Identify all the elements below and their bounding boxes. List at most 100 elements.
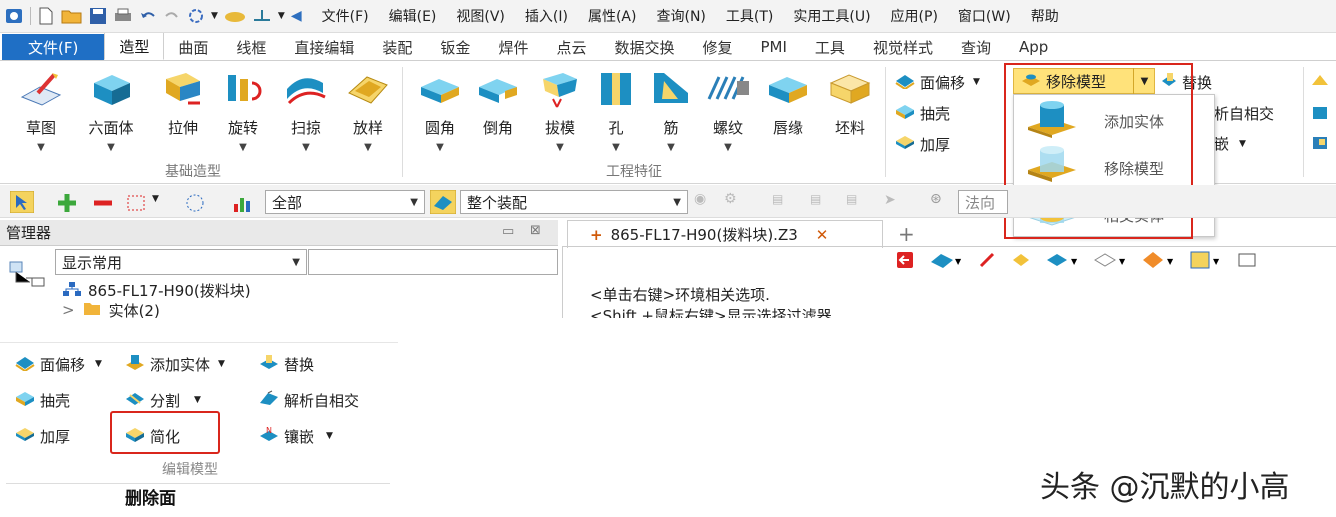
filter-select[interactable]: 全部 ▼ <box>265 190 425 214</box>
view-orient-icon[interactable]: ▼ <box>929 250 963 274</box>
open-folder-icon[interactable] <box>61 5 83 27</box>
tab-wireframe[interactable]: 线框 <box>222 34 280 60</box>
wire-mode-icon[interactable]: ▼ <box>1093 250 1127 274</box>
rib-button[interactable]: 筋 ▼ <box>643 69 699 153</box>
crop-add-solid-button[interactable]: 添加实体 ▼ <box>124 353 225 375</box>
inlay-button[interactable]: 嵌 ▼ <box>1214 133 1246 154</box>
menu-edit[interactable]: 编辑(E) <box>389 5 437 27</box>
material-icon[interactable] <box>224 5 246 27</box>
tab-pmi[interactable]: PMI <box>747 34 801 60</box>
document-tab[interactable]: + 865-FL17-H90(拨料块).Z3 ✕ <box>567 220 883 248</box>
tab-data-exchange[interactable]: 数据交换 <box>600 34 688 60</box>
search-field[interactable] <box>308 249 558 275</box>
close-panel-icon[interactable]: ⊠ <box>530 223 541 238</box>
refresh-icon[interactable] <box>187 5 205 27</box>
revolve-button[interactable]: 旋转 ▼ <box>215 69 271 153</box>
hole-button[interactable]: 孔 ▼ <box>588 69 644 153</box>
tab-sheetmetal[interactable]: 钣金 <box>426 34 484 60</box>
add-solid-icon <box>124 353 146 375</box>
box-button[interactable]: 六面体 ▼ <box>83 69 139 153</box>
customize-arrow-icon[interactable]: ▼ <box>278 5 285 27</box>
next-tool-2-icon[interactable] <box>1310 103 1330 121</box>
loft-button[interactable]: 放样 ▼ <box>340 69 396 153</box>
tree-child-item[interactable]: > 实体(2) <box>62 302 160 318</box>
tab-direct-edit[interactable]: 直接编辑 <box>280 34 368 60</box>
tab-repair[interactable]: 修复 <box>688 34 746 60</box>
window-icon[interactable] <box>1237 250 1257 274</box>
render-mode-icon[interactable]: ▼ <box>1045 250 1079 274</box>
menu-query[interactable]: 查询(N) <box>656 5 705 27</box>
redo-icon[interactable] <box>163 5 181 27</box>
face-offset-button[interactable]: 面偏移 ▼ <box>894 71 980 93</box>
menu-view[interactable]: 视图(V) <box>456 5 505 27</box>
crop-inlay-button[interactable]: N 镶嵌 ▼ <box>258 425 333 447</box>
tree-root-item[interactable]: 865-FL17-H90(拨料块) <box>62 280 251 301</box>
tab-weldment[interactable]: 焊件 <box>484 34 542 60</box>
crop-face-offset-button[interactable]: 面偏移 ▼ <box>14 353 102 375</box>
shade-icon[interactable] <box>1011 250 1031 274</box>
crop-thicken-button[interactable]: 加厚 <box>14 425 70 447</box>
tab-visual-style[interactable]: 视觉样式 <box>859 34 947 60</box>
undo-icon[interactable] <box>139 5 157 27</box>
tab-assembly[interactable]: 装配 <box>368 34 426 60</box>
add-plus-icon[interactable] <box>56 192 78 218</box>
extrude-button[interactable]: 拉伸 <box>155 69 211 138</box>
print-icon[interactable] <box>113 5 133 27</box>
save-icon[interactable] <box>89 5 107 27</box>
menu-tools[interactable]: 工具(T) <box>726 5 773 27</box>
draft-button[interactable]: 拔模 ▼ <box>532 69 588 153</box>
crop-replace-button[interactable]: 替换 <box>258 353 314 375</box>
menu-utilities[interactable]: 实用工具(U) <box>793 5 870 27</box>
normal-field[interactable]: 法向 <box>958 190 1008 214</box>
tree-view-icon[interactable] <box>8 258 46 292</box>
pencil-icon[interactable] <box>977 250 997 274</box>
expand-chevron-icon[interactable]: > <box>62 302 75 318</box>
tab-app[interactable]: App <box>1005 34 1062 60</box>
next-tool-icon[interactable] <box>1310 71 1330 89</box>
tab-modeling[interactable]: 造型 <box>104 33 165 60</box>
menu-insert[interactable]: 插入(I) <box>525 5 568 27</box>
dropdown-arrow-icon[interactable]: ▼ <box>211 5 218 27</box>
chevron-down-icon[interactable]: ▼ <box>152 194 159 204</box>
assembly-select[interactable]: 整个装配 ▼ <box>460 190 688 214</box>
tab-file[interactable]: 文件(F) <box>2 34 105 60</box>
lip-button[interactable]: 唇缘 <box>760 69 816 138</box>
new-file-icon[interactable] <box>37 5 55 27</box>
chamfer-button[interactable]: 倒角 <box>470 69 526 138</box>
box-select-icon[interactable] <box>126 192 148 218</box>
sweep-button[interactable]: 扫掠 ▼ <box>278 69 334 153</box>
menu-attribute[interactable]: 属性(A) <box>588 5 637 27</box>
scale-icon[interactable] <box>252 5 272 27</box>
exit-icon[interactable] <box>895 250 915 274</box>
collapse-arrow-icon[interactable]: ◀ <box>291 5 302 27</box>
minus-icon[interactable] <box>92 192 114 218</box>
filter-icon[interactable] <box>232 192 254 218</box>
new-tab-plus-icon[interactable]: + <box>898 222 915 246</box>
menu-apps[interactable]: 应用(P) <box>891 5 938 27</box>
thicken-button[interactable]: 加厚 <box>894 133 950 155</box>
restore-icon[interactable]: ▭ <box>502 224 514 239</box>
crop-split-button[interactable]: 分割 ▼ <box>124 389 201 411</box>
tab-pointcloud[interactable]: 点云 <box>542 34 600 60</box>
next-tool-3-icon[interactable] <box>1310 133 1330 151</box>
lasso-icon[interactable] <box>184 192 206 218</box>
material-view-icon[interactable]: ▼ <box>1141 250 1175 274</box>
close-tab-icon[interactable]: ✕ <box>816 226 829 244</box>
thread-button[interactable]: 螺纹 ▼ <box>700 69 756 153</box>
display-options-icon[interactable]: ▼ <box>1189 250 1223 274</box>
fillet-button[interactable]: 圆角 ▼ <box>412 69 468 153</box>
display-filter-select[interactable]: 显示常用 ▼ <box>55 249 307 275</box>
crop-resolve-self-intersect-button[interactable]: 解析自相交 <box>258 389 359 411</box>
menu-window[interactable]: 窗口(W) <box>958 5 1011 27</box>
menu-help[interactable]: 帮助 <box>1031 5 1059 27</box>
blank-stock-button[interactable]: 坯料 <box>822 69 878 138</box>
menu-file[interactable]: 文件(F) <box>322 5 369 27</box>
tab-surface[interactable]: 曲面 <box>164 34 222 60</box>
tab-tools[interactable]: 工具 <box>801 34 859 60</box>
sketch-button[interactable]: 草图 ▼ <box>13 69 69 153</box>
resolve-self-intersect-button[interactable]: 析自相交 <box>1214 103 1274 124</box>
shell-button[interactable]: 抽壳 <box>894 102 950 124</box>
tab-query[interactable]: 查询 <box>947 34 1005 60</box>
select-arrow-icon[interactable] <box>9 190 35 217</box>
crop-shell-button[interactable]: 抽壳 <box>14 389 70 411</box>
